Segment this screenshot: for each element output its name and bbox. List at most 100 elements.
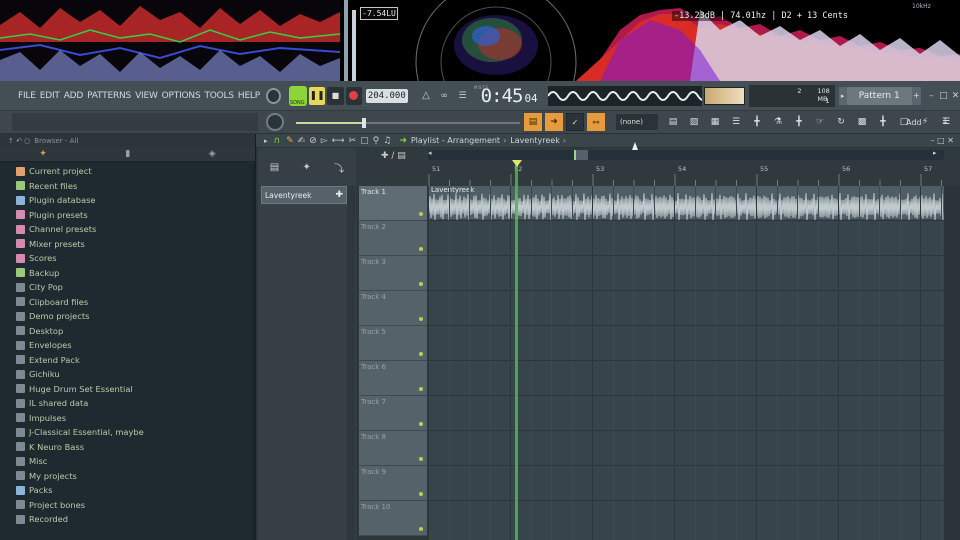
pattern-panel-scrollbar[interactable] (347, 186, 355, 540)
select-icon[interactable]: ▢ (360, 136, 369, 146)
track-header[interactable]: Track 2 (359, 221, 427, 256)
browser-item[interactable]: Packs (0, 483, 253, 498)
pattern-link-icon[interactable]: ⤵ (334, 160, 344, 175)
browser-item[interactable]: Recorded (0, 512, 253, 527)
draw-icon[interactable]: ✓ (566, 113, 584, 131)
pattern-prev-arrow[interactable]: ▸ (838, 86, 847, 105)
playlist-pattern-name[interactable]: Laventyreek (510, 136, 560, 145)
stop-button[interactable]: ■ (327, 86, 344, 105)
browser-item[interactable]: Plugin database (0, 193, 253, 208)
track-mute-dot[interactable] (419, 352, 423, 356)
browser-nav-icons[interactable]: ↑ ↶ ○ (8, 137, 30, 145)
undo-history-icon[interactable]: ↻ (832, 113, 850, 131)
overview-scroll[interactable] (428, 150, 944, 160)
playlist-arrow-icon[interactable]: ➜ (399, 136, 407, 146)
playlist-menu-arrow[interactable]: ▸ (264, 137, 268, 145)
playlist-window-icon[interactable]: ▤ (664, 113, 682, 131)
browser-item[interactable]: Backup (0, 266, 253, 281)
browser-item[interactable]: My projects (0, 469, 253, 484)
menu-edit[interactable]: EDIT (40, 91, 60, 101)
pattern-view-icon[interactable]: ▤ (270, 162, 279, 173)
pattern-selector[interactable]: Pattern 1 (846, 86, 912, 105)
slip-icon[interactable]: ⟷ (332, 136, 345, 146)
browser-item[interactable]: Plugin presets (0, 208, 253, 223)
browser-item[interactable]: Recent files (0, 179, 253, 194)
playlist-window-controls[interactable]: – □ ✕ (931, 136, 954, 145)
track-mute-dot[interactable] (419, 282, 423, 286)
track-header[interactable]: Track 9 (359, 466, 427, 501)
track-mute-dot[interactable] (419, 212, 423, 216)
browser-tab-plugins-icon[interactable]: ◈ (209, 149, 216, 159)
channel-rack-icon[interactable]: ▦ (706, 113, 724, 131)
browser-item[interactable]: Huge Drum Set Essential (0, 382, 253, 397)
track-header[interactable]: Track 3 (359, 256, 427, 291)
track-header[interactable]: Track 7 (359, 396, 427, 431)
browser-item[interactable]: Extend Pack (0, 353, 253, 368)
step-edit-icon[interactable]: ➜ (545, 113, 563, 131)
browser-item[interactable]: Project bones (0, 498, 253, 513)
pitch-knob[interactable] (266, 113, 284, 131)
browser-item[interactable]: Envelopes (0, 338, 253, 353)
menu-tools[interactable]: TOOLS (204, 91, 234, 101)
tempo-display[interactable]: 204.000 (365, 88, 408, 103)
browser-item[interactable]: Scores (0, 251, 253, 266)
browser-item[interactable]: Demo projects (0, 309, 253, 324)
browser-item[interactable]: IL shared data (0, 396, 253, 411)
track-header[interactable]: Track 1 (359, 186, 427, 221)
maximize-icon[interactable]: □ (939, 91, 948, 101)
track-mute-dot[interactable] (419, 317, 423, 321)
ruler[interactable]: 51 52 53 54 55 56 57 (428, 162, 948, 186)
render-icon[interactable]: ╋ (874, 113, 892, 131)
play-button[interactable]: ❚❚ (308, 86, 326, 105)
menu-view[interactable]: VIEW (135, 91, 158, 101)
master-pitch-slider[interactable] (296, 118, 520, 128)
playhead[interactable] (515, 162, 518, 540)
wait-for-input-icon[interactable]: ∞ (436, 87, 452, 105)
minimize-icon[interactable]: – (927, 91, 936, 101)
browser-tab-all-icon[interactable]: ✦ (39, 149, 47, 159)
menu-patterns[interactable]: PATTERNS (87, 91, 131, 101)
browser-scrollbar[interactable] (252, 164, 255, 540)
menu-file[interactable]: FILE (18, 91, 36, 101)
browser-item[interactable]: Mixer presets (0, 237, 253, 252)
mixer-icon[interactable]: ☰ (727, 113, 745, 131)
metronome-icon[interactable]: △ (418, 87, 434, 105)
track-mute-dot[interactable] (419, 387, 423, 391)
pattern-add-button[interactable]: + (911, 86, 921, 105)
piano-roll-icon[interactable]: ▨ (685, 113, 703, 131)
snap-selector[interactable]: (none) (616, 114, 658, 130)
track-mute-dot[interactable] (419, 492, 423, 496)
browser-item[interactable]: Clipboard files (0, 295, 253, 310)
arrangement-grid[interactable]: Laventyreek (428, 186, 944, 540)
browser-item[interactable]: Desktop (0, 324, 253, 339)
add-button[interactable]: Add (906, 114, 930, 130)
save-icon[interactable]: ▩ (853, 113, 871, 131)
browser-item[interactable]: K Neuro Bass (0, 440, 253, 455)
track-header[interactable]: Track 8 (359, 431, 427, 466)
slider-handle[interactable] (362, 118, 366, 128)
faders-icon[interactable]: ╋ (748, 113, 766, 131)
track-header[interactable]: Track 10 (359, 501, 427, 536)
ruler-tool-icons[interactable]: ✚ ∕ ▤ (381, 151, 406, 161)
record-button[interactable] (345, 86, 362, 105)
menu-add[interactable]: ADD (64, 91, 84, 101)
track-header[interactable]: Track 6 (359, 361, 427, 396)
track-header[interactable]: Track 4 (359, 291, 427, 326)
master-volume-knob[interactable] (265, 87, 281, 104)
touch-keyboard-icon[interactable]: ☞ (811, 113, 829, 131)
close-icon[interactable]: ✕ (951, 91, 960, 101)
zoom-icon[interactable]: ⚲ (373, 136, 380, 146)
magnet-icon[interactable]: ∩ (274, 136, 281, 146)
countdown-icon[interactable]: ☰ (454, 87, 470, 105)
paint-icon[interactable]: ✎ (286, 136, 294, 146)
overview-handle[interactable] (574, 150, 588, 160)
slice-icon[interactable]: ✂ (349, 136, 357, 146)
browser-item[interactable]: J-Classical Essential, maybe (0, 425, 253, 440)
plugin-picker-icon[interactable]: ╋ (790, 113, 808, 131)
track-mute-dot[interactable] (419, 527, 423, 531)
link-icon[interactable]: ⚯ (587, 113, 605, 131)
audio-clip[interactable]: Laventyreek (428, 186, 944, 222)
browser-item[interactable]: Current project (0, 164, 253, 179)
ruler-scroll-right[interactable]: ▸ (933, 149, 937, 157)
browser-item[interactable]: Impulses (0, 411, 253, 426)
